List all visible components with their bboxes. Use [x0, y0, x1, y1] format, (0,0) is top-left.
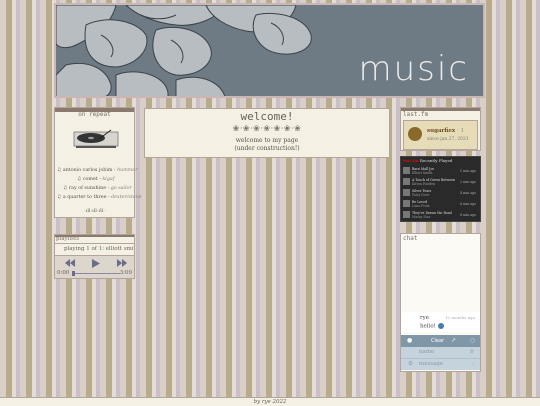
- turntable-icon: [73, 129, 119, 148]
- user-icon[interactable]: ●: [407, 337, 412, 344]
- gear-icon[interactable]: ⚙: [408, 361, 413, 367]
- emoji-icon[interactable]: ☺: [470, 349, 474, 355]
- lastfm-panel: last.fm sugarfiex · 1 since jan 27, 2021: [400, 107, 481, 151]
- list-item[interactable]: Be Loved Luna Frost 6 min ago: [403, 199, 478, 209]
- track-time: 6 min ago: [459, 202, 476, 206]
- playlists-heading: playlists: [56, 236, 80, 242]
- track-title: antonio carlos jobim: [62, 168, 113, 173]
- playlists-panel: playlists playing 1 of 1: elliott smith …: [54, 234, 135, 279]
- floral-divider: ❀·❀·❀·❀·❀·❀·❀: [232, 124, 302, 133]
- welcome-heading: welcome!: [240, 110, 294, 123]
- send-icon[interactable]: ›: [472, 361, 474, 367]
- sound-bars: ·ıll·ıll·ıll·: [84, 208, 105, 214]
- welcome-text: welcome to my page: [235, 137, 299, 144]
- lastfm-heading: last.fm: [403, 111, 429, 118]
- globe-icon: [437, 323, 444, 329]
- track-artist: Elliott Smith: [412, 171, 433, 175]
- settings-icon[interactable]: ○: [470, 337, 475, 344]
- track-time: 4 min ago: [459, 191, 476, 195]
- recent-tracks-widget: last.fm Recently Played Barn Mall Joe Ell…: [400, 156, 481, 222]
- avatar: [408, 127, 422, 141]
- recent-label: Recently Played: [419, 158, 453, 163]
- message-field[interactable]: message: [419, 361, 443, 367]
- track-artist: Kitten Harden: [412, 182, 436, 186]
- track-artist: Fairy Dove: [412, 193, 430, 197]
- list-item[interactable]: ♫ antonio carlos jobim - hummer: [57, 166, 138, 175]
- track-title: a quarter to three: [62, 195, 107, 200]
- chat-message: rye 12 months ago hello!: [401, 312, 480, 332]
- list-item[interactable]: They've Drawn the Road Mazzy Star 8 min ag…: [403, 210, 478, 220]
- list-item[interactable]: ♫ a quarter to three - dexter/stone: [57, 193, 142, 202]
- external-link-icon[interactable]: ↗: [451, 337, 456, 344]
- time-total: 3:09: [119, 270, 132, 276]
- lastfm-profile-card[interactable]: sugarfiex · 1 since jan 27, 2021: [403, 120, 478, 150]
- track-artist: hummer: [117, 168, 138, 173]
- welcome-panel: welcome! ❀·❀·❀·❀·❀·❀·❀ welcome to my pag…: [144, 108, 390, 158]
- message-field-row: ⚙ message ›: [401, 358, 480, 370]
- album-art: [403, 189, 410, 196]
- list-item[interactable]: Silver Tears Fairy Dove 4 min ago: [403, 188, 478, 198]
- name-field-row: name ☺: [401, 347, 480, 358]
- chat-toolbar: ● Clear ↗ ○: [401, 335, 480, 347]
- name-field[interactable]: name: [419, 349, 434, 355]
- on-repeat-heading: on repeat: [78, 111, 111, 118]
- chat-user: rye: [420, 315, 429, 321]
- chat-text: hello!: [420, 323, 444, 330]
- page-title: music: [358, 49, 469, 89]
- track-title: ray of sunshine: [68, 186, 107, 191]
- chat-time: 12 months ago: [445, 315, 475, 320]
- track-artist: Mazzy Star: [412, 215, 431, 219]
- on-repeat-panel: on repeat ♫ antonio carlos jobim - humme…: [54, 107, 142, 218]
- seek-handle[interactable]: [72, 271, 75, 276]
- scrobble-count: 1: [460, 128, 465, 134]
- play-icon[interactable]: [92, 258, 100, 268]
- chat-heading: chat: [403, 235, 418, 242]
- now-playing-marquee: playing 1 of 1: elliott smith: [55, 243, 134, 256]
- lastfm-since: since jan 27, 2021: [427, 137, 469, 142]
- track-artist: dexter/stone: [111, 195, 142, 200]
- track-artist: kigaf: [102, 177, 115, 182]
- list-item[interactable]: ♫ comet - kigaf: [57, 175, 134, 184]
- next-track-icon[interactable]: [117, 259, 127, 267]
- list-item[interactable]: A Touch of Green Between Kitten Harden 2 m…: [403, 177, 478, 187]
- on-repeat-list: ♫ antonio carlos jobim - hummer ♫ comet …: [57, 166, 142, 202]
- album-art: [403, 178, 410, 185]
- seek-bar[interactable]: [72, 271, 120, 276]
- lastfm-logo: last.fm: [403, 158, 419, 163]
- track-artist: Luna Frost: [412, 204, 430, 208]
- track-time: 2 min ago: [459, 180, 476, 184]
- track-time: 1 min ago: [459, 169, 476, 173]
- list-item[interactable]: ♫ ray of sunshine - go sailor: [57, 184, 134, 193]
- album-art: [403, 211, 410, 218]
- clear-button[interactable]: Clear: [431, 338, 444, 344]
- time-current: 0:00: [57, 270, 70, 276]
- track-title: comet: [82, 177, 98, 182]
- track-artist: go sailor: [110, 186, 132, 191]
- album-art: [403, 167, 410, 174]
- album-art: [403, 200, 410, 207]
- list-item[interactable]: Barn Mall Joe Elliott Smith 1 min ago: [403, 166, 478, 176]
- previous-track-icon[interactable]: [65, 259, 75, 267]
- recent-tracks-title: last.fm Recently Played: [403, 158, 452, 163]
- chat-text-content: hello!: [420, 323, 436, 330]
- chat-panel: chat rye 12 months ago hello! ● Clear ↗ …: [400, 233, 481, 372]
- construction-text: (under construction!): [234, 145, 300, 152]
- header-banner: music: [54, 3, 485, 98]
- track-time: 8 min ago: [459, 213, 476, 217]
- username-text: sugarfiex: [427, 128, 456, 134]
- lastfm-username[interactable]: sugarfiex · 1: [427, 128, 464, 134]
